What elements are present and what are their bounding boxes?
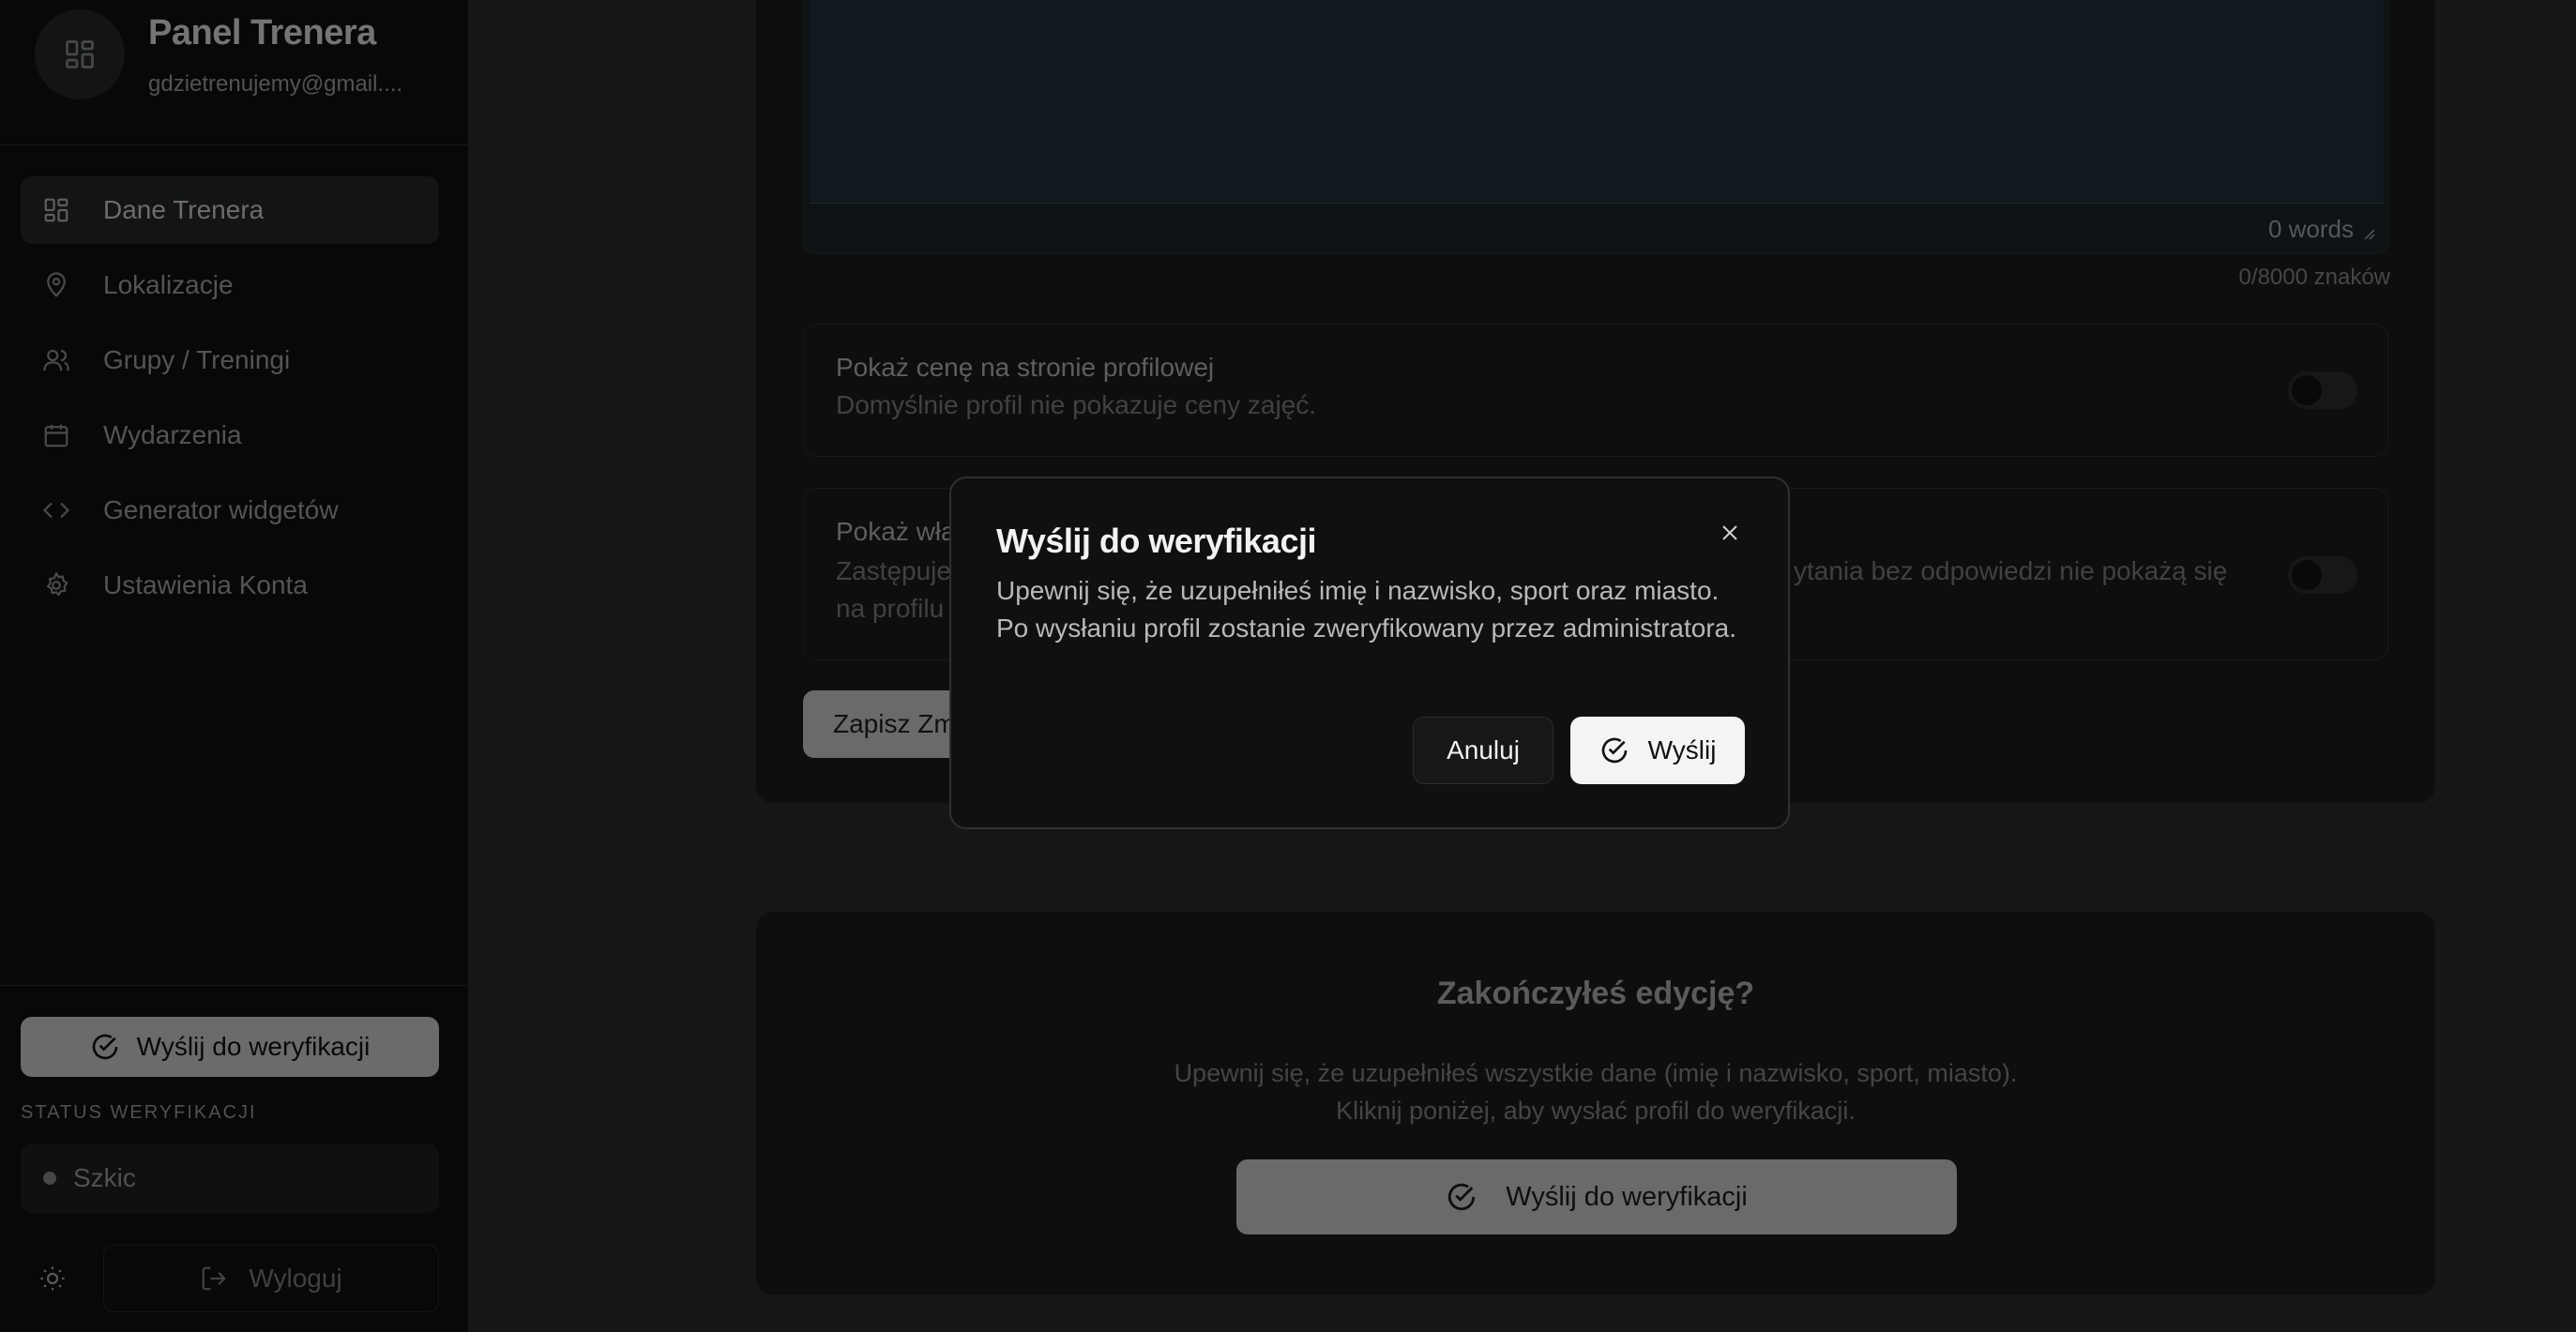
dashboard-icon — [66, 40, 94, 68]
status-dot — [43, 1172, 56, 1185]
close-button[interactable] — [1713, 516, 1747, 550]
option-title: Pokaż cenę na stronie profilowej — [836, 353, 1215, 382]
finish-description: Upewnij się, że uzupełniłeś wszystkie da… — [756, 1054, 2435, 1129]
option-description-line2: na profilu — [836, 594, 945, 623]
cancel-button[interactable]: Anuluj — [1413, 717, 1553, 784]
verify-button-main[interactable]: Wyślij do weryfikacji — [1236, 1159, 1957, 1234]
description-textarea[interactable] — [810, 0, 2384, 204]
finish-description-line2: Kliknij poniżej, aby wysłać profil do we… — [1336, 1097, 1856, 1125]
logout-icon — [202, 1266, 227, 1291]
logout-label: Wyloguj — [249, 1264, 342, 1293]
option-description-right: ytania bez odpowiedzi nie pokażą się — [1794, 556, 2228, 585]
check-circle-icon — [1448, 1183, 1476, 1211]
sidebar-item-label: Dane Trenera — [103, 195, 265, 224]
option-title: Pokaż wła — [836, 517, 956, 546]
dialog-title: Wyślij do weryfikacji — [996, 522, 1316, 560]
send-button-label: Wyślij — [1647, 735, 1717, 764]
check-circle-icon — [1601, 737, 1627, 764]
show-price-toggle[interactable] — [2288, 371, 2357, 409]
close-icon — [1722, 525, 1737, 540]
description-editor: 0 words — [803, 0, 2388, 253]
verify-button-sidebar[interactable]: Wyślij do weryfikacji — [21, 1017, 439, 1077]
sun-icon — [40, 1266, 65, 1291]
verify-button-label: Wyślij do weryfikacji — [136, 1032, 371, 1061]
calendar-icon — [41, 420, 71, 450]
theme-toggle-button[interactable] — [34, 1260, 71, 1297]
status-badge: Szkic — [21, 1143, 439, 1213]
verify-dialog: Wyślij do weryfikacji Upewnij się, że uz… — [949, 477, 1790, 829]
dialog-message: Upewnij się, że uzupełniłeś imię i nazwi… — [996, 576, 1736, 643]
sidebar-item-lokalizacje[interactable]: Lokalizacje — [21, 251, 439, 319]
sidebar-item-wydarzenia[interactable]: Wydarzenia — [21, 401, 439, 469]
code-icon — [41, 495, 71, 525]
sidebar-item-label: Wydarzenia — [103, 420, 242, 449]
logout-button[interactable]: Wyloguj — [103, 1245, 439, 1312]
sidebar-item-dane-trenera[interactable]: Dane Trenera — [21, 176, 439, 244]
resize-handle-icon[interactable] — [2361, 226, 2376, 241]
users-icon — [41, 345, 71, 375]
send-button[interactable]: Wyślij — [1570, 717, 1745, 784]
sidebar-footer: Wyślij do weryfikacji STATUS WERYFIKACJI… — [0, 985, 469, 1332]
sidebar-item-ustawienia[interactable]: Ustawienia Konta — [21, 552, 439, 619]
dashboard-icon — [41, 195, 71, 225]
sidebar-item-label: Lokalizacje — [103, 270, 234, 299]
status-value: Szkic — [73, 1163, 136, 1192]
sidebar-nav: Dane Trenera Lokalizacje Grupy / Trening… — [21, 176, 439, 627]
gear-icon — [41, 570, 71, 600]
sidebar-item-generator[interactable]: Generator widgetów — [21, 477, 439, 544]
option-show-price: Pokaż cenę na stronie profilowej Domyśln… — [803, 324, 2388, 457]
sidebar-brand: Panel Trenera gdzietrenujemy@gmail.... — [0, 0, 469, 145]
option-description: Domyślnie profil nie pokazuje ceny zajęć… — [836, 390, 1317, 419]
finish-title: Zakończyłeś edycję? — [1436, 976, 1755, 1011]
map-pin-icon — [41, 270, 71, 300]
sidebar-item-grupy[interactable]: Grupy / Treningi — [21, 326, 439, 394]
brand-email: gdzietrenujemy@gmail.... — [148, 71, 403, 97]
finish-editing-card: Zakończyłeś edycję? Upewnij się, że uzup… — [756, 912, 2435, 1294]
word-count: 0 words — [2267, 215, 2354, 243]
brand-title: Panel Trenera — [148, 13, 376, 53]
verify-button-label: Wyślij do weryfikacji — [1506, 1181, 1748, 1212]
sidebar-item-label: Grupy / Treningi — [103, 345, 291, 374]
finish-description-line1: Upewnij się, że uzupełniłeś wszystkie da… — [1174, 1059, 2018, 1087]
option-description: Zastępuje — [836, 556, 951, 585]
check-circle-icon — [92, 1034, 117, 1060]
sidebar: Panel Trenera gdzietrenujemy@gmail.... D… — [0, 0, 469, 1332]
sidebar-item-label: Generator widgetów — [103, 495, 339, 524]
char-count: 0/8000 znaków — [2238, 265, 2390, 290]
status-label: STATUS WERYFIKACJI — [21, 1102, 257, 1123]
show-faq-toggle[interactable] — [2288, 556, 2357, 594]
sidebar-item-label: Ustawienia Konta — [103, 570, 308, 599]
brand-avatar — [35, 9, 125, 99]
